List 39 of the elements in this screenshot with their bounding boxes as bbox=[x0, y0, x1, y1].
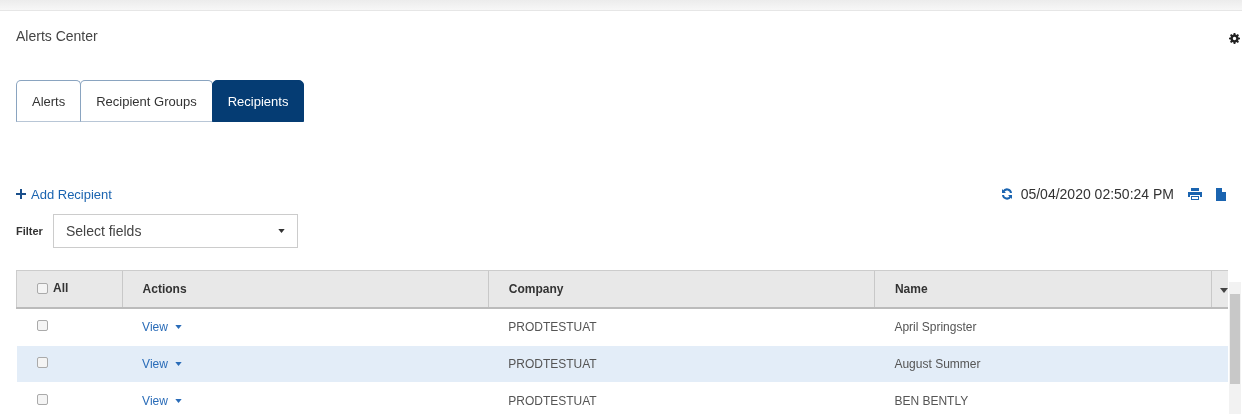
table-cell: August Summer bbox=[874, 345, 1212, 383]
view-dropdown-link[interactable]: View bbox=[142, 394, 182, 408]
checkbox[interactable] bbox=[37, 282, 48, 294]
plus-icon bbox=[16, 189, 26, 199]
tab[interactable]: Alerts bbox=[16, 80, 82, 122]
timestamp: 05/04/2020 02:50:24 PM bbox=[1020, 186, 1174, 202]
table-row[interactable]: View PRODTESTUAT August Summer bbox=[16, 345, 1228, 383]
column-header: Name bbox=[874, 270, 1212, 308]
column-header: Actions bbox=[122, 270, 489, 308]
table-cell: PRODTESTUAT bbox=[488, 382, 875, 414]
table-row[interactable]: View PRODTESTUAT April Springster bbox=[16, 308, 1228, 346]
table-cell: PRODTESTUAT bbox=[488, 308, 875, 346]
add-recipient-link[interactable]: Add Recipient bbox=[16, 186, 112, 202]
table-row[interactable]: View PRODTESTUAT BEN BENTLY bbox=[16, 382, 1228, 414]
tab[interactable]: Recipients bbox=[211, 80, 305, 122]
column-menu-icon[interactable] bbox=[1219, 288, 1228, 293]
page-title: Alerts Center bbox=[16, 28, 98, 44]
caret-icon bbox=[174, 325, 182, 329]
caret-icon bbox=[174, 362, 182, 366]
column-header: Company bbox=[488, 270, 875, 308]
view-dropdown-link[interactable]: View bbox=[142, 320, 182, 334]
caret-icon bbox=[174, 399, 182, 403]
checkbox[interactable] bbox=[36, 320, 48, 331]
refresh-icon[interactable] bbox=[1000, 188, 1013, 200]
caret-icon bbox=[277, 229, 285, 233]
select-fields-dropdown[interactable]: Select fields bbox=[52, 214, 298, 248]
select-all-label: All bbox=[53, 281, 69, 296]
settings-icon[interactable] bbox=[1229, 32, 1240, 44]
checkbox[interactable] bbox=[36, 394, 48, 405]
checkbox[interactable] bbox=[36, 357, 48, 368]
view-dropdown-link[interactable]: View bbox=[142, 357, 182, 371]
table-cell: PRODTESTUAT bbox=[488, 345, 875, 383]
filter-label: Filter bbox=[16, 225, 43, 237]
scrollbar[interactable] bbox=[1229, 282, 1241, 414]
table-cell: April Springster bbox=[874, 308, 1212, 346]
document-icon[interactable] bbox=[1216, 187, 1226, 201]
print-icon[interactable] bbox=[1188, 188, 1202, 200]
table-cell: BEN BENTLY bbox=[874, 382, 1212, 414]
tab[interactable]: Recipient Groups bbox=[80, 80, 213, 122]
